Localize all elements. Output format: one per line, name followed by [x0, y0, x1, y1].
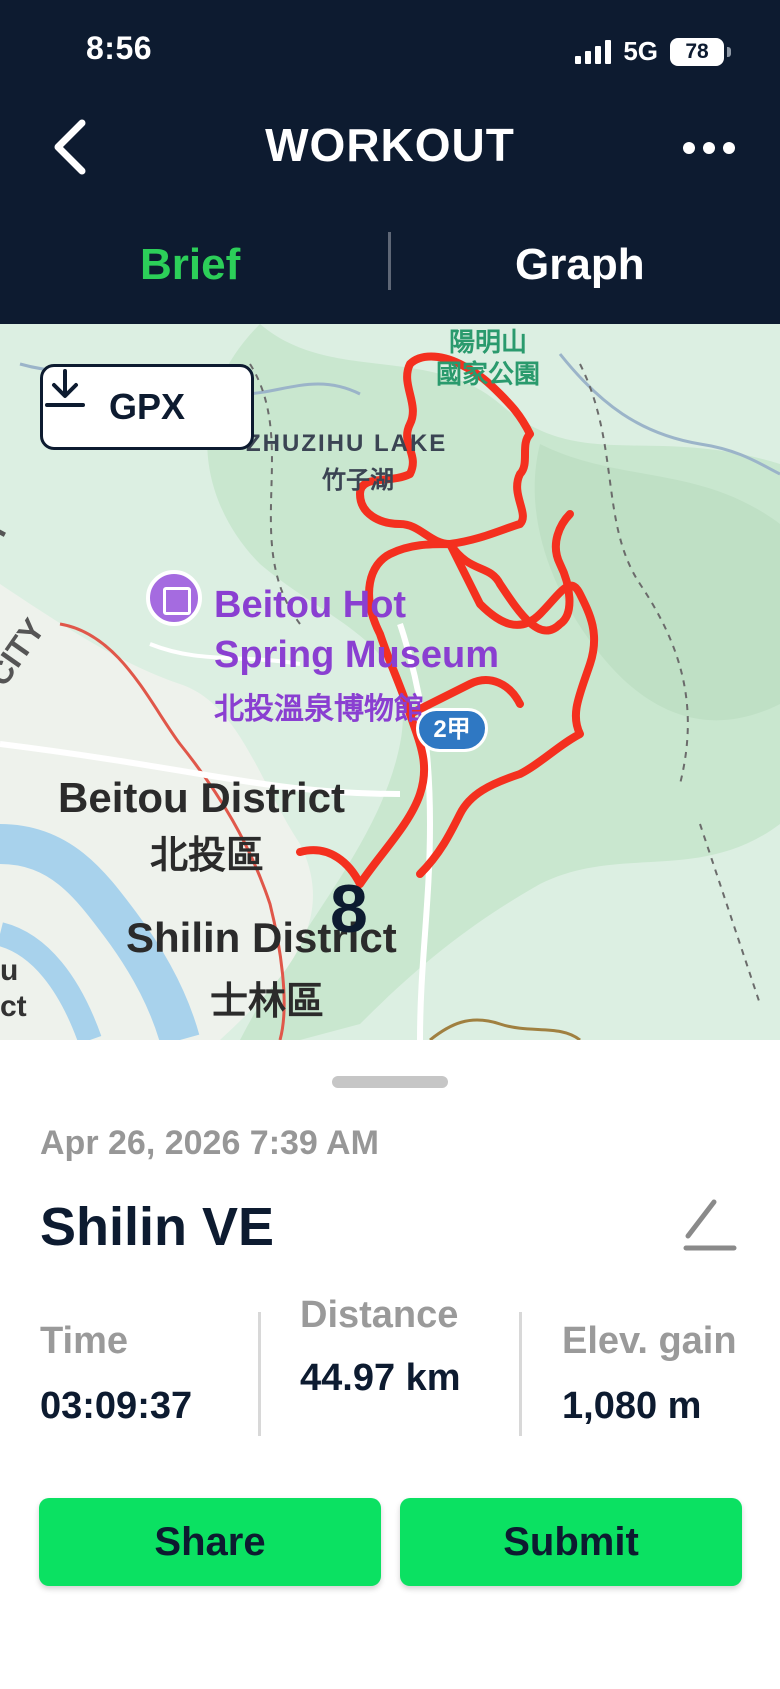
- stat-distance: Distance 44.97 km: [300, 1294, 490, 1405]
- map-label-lake: ZHUZIHU LAKE: [246, 430, 448, 457]
- stat-value: 1,080 m: [562, 1385, 702, 1427]
- map-label-beitou-zh: 北投區: [150, 835, 265, 877]
- gpx-download-button[interactable]: GPX: [40, 364, 254, 450]
- download-icon: [45, 369, 85, 407]
- more-horizontal-icon: [683, 142, 695, 154]
- workout-date: Apr 26, 2026 7:39 AM: [40, 1124, 379, 1162]
- tab-divider: [388, 232, 391, 290]
- app-header: 8:56 5G 78 WORKOUT Brief Graph: [0, 0, 780, 324]
- museum-icon[interactable]: [146, 570, 202, 626]
- stat-value: 03:09:37: [40, 1385, 193, 1427]
- workout-summary-sheet: Apr 26, 2026 7:39 AM Shilin VE Time 03:0…: [0, 1040, 780, 1689]
- stat-label: Time: [40, 1320, 129, 1362]
- stat-value: 44.97 km: [300, 1357, 461, 1399]
- highway-shield: 2甲: [416, 708, 488, 752]
- edit-name-button[interactable]: [680, 1192, 740, 1258]
- map-label-edge: ct: [0, 990, 27, 1023]
- map-label-museum: Beitou Hot Spring Museum: [214, 584, 500, 676]
- map-label-lake-zh: 竹子湖: [322, 467, 394, 494]
- stat-elevation-gain: Elev. gain 1,080 m: [562, 1320, 737, 1428]
- stat-divider: [258, 1312, 261, 1436]
- drag-handle[interactable]: [332, 1076, 448, 1088]
- stat-label: Elev. gain: [562, 1320, 737, 1362]
- page-title: WORKOUT: [265, 119, 515, 171]
- tab-brief[interactable]: Brief: [140, 240, 240, 290]
- share-button[interactable]: Share: [39, 1498, 381, 1586]
- map-label-shilin-zh: 士林區: [210, 981, 325, 1023]
- map-label-beitou: Beitou District: [58, 774, 346, 821]
- workout-name: Shilin VE: [40, 1197, 275, 1257]
- map-label-edge: u: [0, 954, 19, 987]
- tab-graph[interactable]: Graph: [515, 240, 645, 290]
- status-indicators: 5G 78: [575, 36, 731, 67]
- stat-label: Distance: [300, 1294, 459, 1336]
- gpx-button-label: GPX: [108, 386, 186, 427]
- more-options-button[interactable]: [674, 128, 744, 168]
- battery-icon: 78: [670, 37, 731, 66]
- pencil-icon: [683, 1199, 737, 1251]
- submit-button[interactable]: Submit: [400, 1498, 742, 1586]
- route-map[interactable]: 陽明山 國家公園 ZHUZIHU LAKE 竹子湖 Beitou Hot Spr…: [0, 324, 780, 1040]
- network-type: 5G: [623, 36, 658, 66]
- signal-icon: [575, 39, 612, 64]
- tab-bar: Brief Graph: [0, 220, 780, 310]
- stat-time: Time 03:09:37: [40, 1320, 192, 1428]
- route-marker[interactable]: 8: [330, 874, 368, 944]
- map-label-museum-zh: 北投溫泉博物館: [214, 693, 424, 726]
- map-label-park: 陽明山 國家公園: [436, 327, 541, 389]
- stat-divider: [519, 1312, 522, 1436]
- status-time: 8:56: [86, 30, 153, 66]
